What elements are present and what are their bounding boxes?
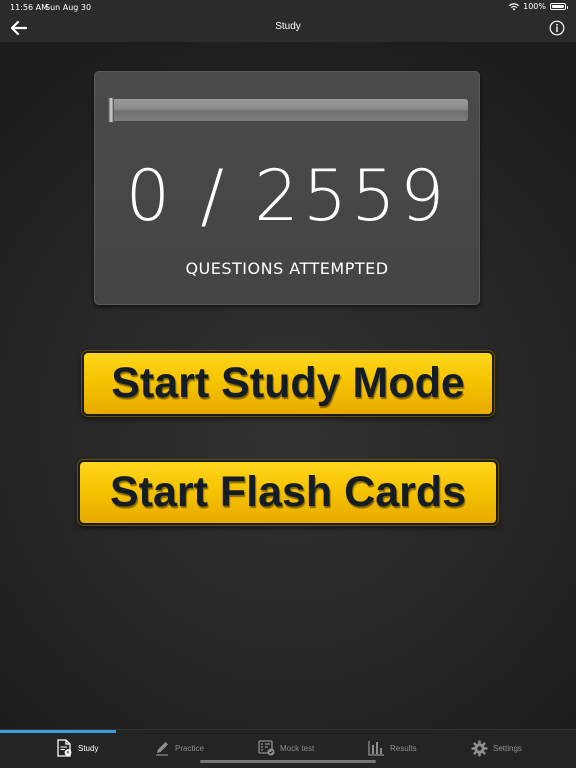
- mock-test-icon: [258, 740, 275, 756]
- bar-chart-icon: [368, 741, 384, 756]
- attempted-count: 0 / 2559: [125, 155, 449, 237]
- page-title: Study: [275, 21, 301, 32]
- battery-icon: [550, 3, 568, 10]
- status-date: Sun Aug 30: [45, 3, 92, 12]
- start-flash-cards-button[interactable]: Start Flash Cards: [78, 460, 498, 525]
- tab-practice[interactable]: Practice: [154, 738, 204, 758]
- status-bar: 11:56 AM Sun Aug 30 100%: [0, 0, 576, 14]
- status-right: 100%: [509, 2, 568, 11]
- tab-settings-label: Settings: [493, 743, 522, 753]
- tab-settings[interactable]: Settings: [471, 738, 522, 758]
- tab-mock-test-label: Mock test: [280, 743, 315, 753]
- attempted-caption: QUESTIONS ATTEMPTED: [185, 259, 389, 278]
- home-indicator: [200, 760, 376, 763]
- progress-bar: [108, 99, 468, 121]
- tab-study[interactable]: Study: [56, 738, 98, 758]
- active-tab-indicator: [0, 730, 116, 733]
- progress-card: 0 / 2559 QUESTIONS ATTEMPTED: [94, 71, 480, 305]
- battery-percent: 100%: [523, 2, 546, 11]
- nav-bar: Study: [0, 14, 576, 42]
- tab-study-label: Study: [78, 743, 99, 753]
- tab-results-label: Results: [390, 743, 417, 753]
- wifi-icon: [509, 2, 520, 10]
- tab-practice-label: Practice: [175, 743, 204, 753]
- status-time: 11:56 AM: [10, 3, 48, 12]
- pencil-icon: [156, 742, 168, 756]
- gear-icon: [471, 740, 488, 756]
- tab-results[interactable]: Results: [368, 738, 417, 758]
- study-doc-icon: [57, 739, 72, 757]
- start-study-mode-button[interactable]: Start Study Mode: [82, 351, 494, 416]
- tab-mock-test[interactable]: Mock test: [258, 738, 314, 758]
- progress-bar-fill: [108, 97, 114, 123]
- info-icon[interactable]: [549, 20, 565, 36]
